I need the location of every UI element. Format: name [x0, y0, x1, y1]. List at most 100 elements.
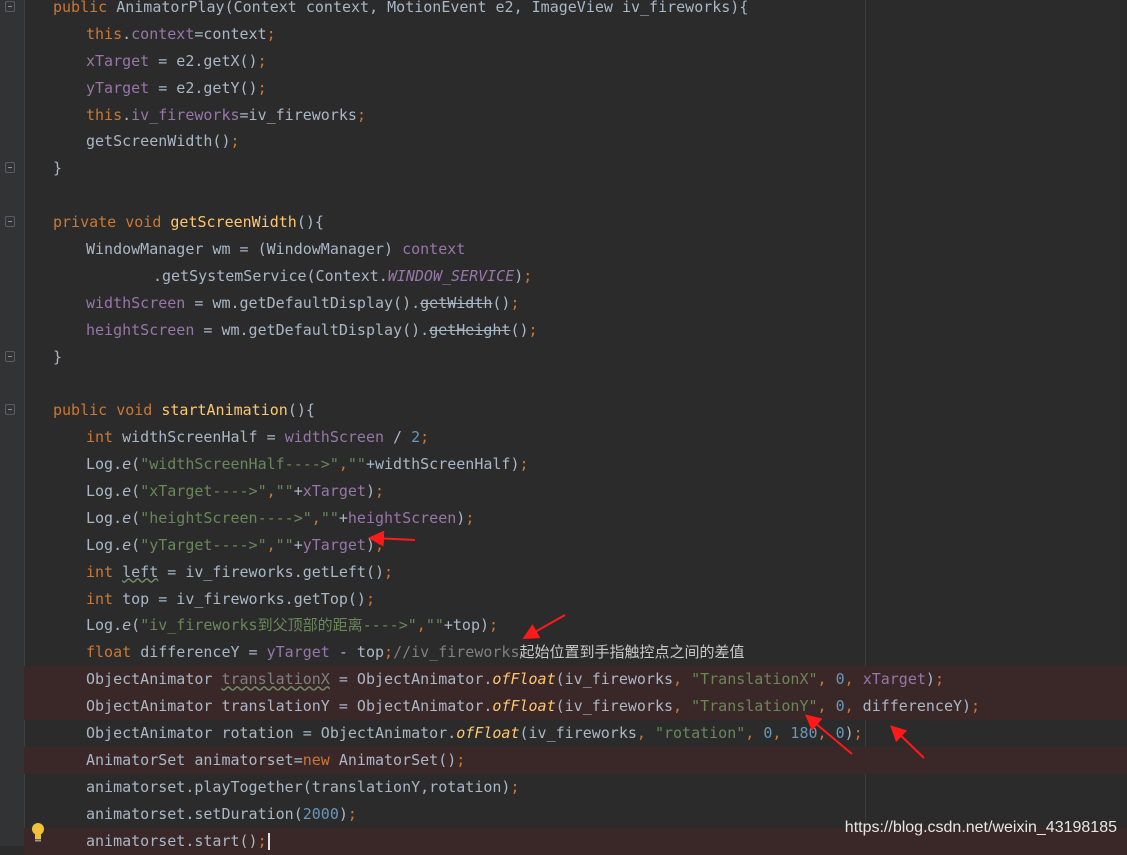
code-token: } [53, 347, 63, 366]
code-token: , [311, 508, 321, 527]
code-token: ObjectAnimator [86, 670, 222, 689]
code-text: animatorset.start(); [86, 828, 270, 855]
code-line[interactable]: Log.e("xTarget---->",""+xTarget); [24, 478, 1127, 505]
code-line[interactable]: int top = iv_fireworks.getTop(); [24, 586, 1127, 613]
code-text: ObjectAnimator translationX = ObjectAnim… [86, 666, 944, 693]
code-line[interactable]: xTarget = e2.getX(); [24, 48, 1127, 75]
code-token: 2 [411, 428, 421, 447]
code-token: ; [971, 697, 981, 716]
code-token: ) [338, 804, 348, 823]
code-token: getHeight [429, 320, 511, 339]
code-line[interactable]: heightScreen = wm.getDefaultDisplay().ge… [24, 317, 1127, 344]
code-editor[interactable]: public AnimatorPlay(Context context, Mot… [0, 0, 1127, 855]
code-token: Log. [86, 455, 123, 474]
fold-marker-icon[interactable] [5, 1, 15, 12]
code-token: , [772, 724, 791, 743]
code-token: (iv_fireworks [555, 670, 674, 689]
code-text: Log.e("yTarget---->",""+yTarget); [86, 532, 384, 559]
code-token: translationX [221, 670, 330, 689]
code-token: (iv_fireworks [555, 697, 674, 716]
code-line[interactable]: animatorset.playTogether(translationY,ro… [24, 774, 1127, 801]
code-line[interactable]: yTarget = e2.getY(); [24, 75, 1127, 102]
code-token: WINDOW_SERVICE [387, 266, 515, 285]
code-line[interactable]: public void startAnimation(){ [5, 397, 1127, 424]
code-text: xTarget = e2.getX(); [86, 48, 267, 75]
code-line[interactable]: ObjectAnimator translationY = ObjectAnim… [24, 693, 1127, 721]
fold-marker-icon[interactable] [5, 162, 15, 174]
code-token: this [86, 24, 123, 43]
code-token: ; [528, 320, 538, 339]
code-line[interactable]: getScreenWidth(); [24, 128, 1127, 155]
code-token: widthScreenHalf = [122, 428, 285, 447]
code-text: this.context=context; [86, 21, 276, 48]
code-token: ( [131, 508, 141, 527]
code-token: getWidth [420, 293, 493, 312]
code-text: } [53, 344, 62, 371]
code-token: / [384, 428, 412, 447]
code-line[interactable]: Log.e("heightScreen---->",""+heightScree… [24, 505, 1127, 532]
fold-marker-icon[interactable] [5, 350, 15, 362]
code-token: heightScreen [347, 508, 457, 527]
code-token: ; [384, 562, 394, 581]
code-token: Log. [86, 535, 123, 554]
code-token: "" [275, 482, 294, 501]
fold-marker-icon[interactable] [5, 216, 15, 228]
code-line[interactable]: float differenceY = yTarget - top;//iv_f… [24, 639, 1127, 666]
code-line[interactable]: public AnimatorPlay(Context context, Mot… [5, 0, 1127, 21]
code-token: getScreenWidth() [86, 132, 231, 151]
code-token: public void [53, 401, 162, 420]
code-line[interactable]: Log.e("widthScreenHalf---->",""+widthScr… [24, 451, 1127, 478]
code-token: ; [934, 670, 944, 689]
code-line[interactable]: this.iv_fireworks=iv_fireworks; [24, 102, 1127, 129]
code-token: , [844, 697, 863, 716]
code-line[interactable]: AnimatorSet animatorset=new AnimatorSet(… [24, 746, 1127, 774]
code-line[interactable]: ObjectAnimator rotation = ObjectAnimator… [24, 720, 1127, 747]
code-token: , [844, 670, 863, 689]
fold-marker-icon[interactable] [5, 404, 15, 416]
code-token: "" [347, 455, 366, 474]
code-line[interactable]: widthScreen = wm.getDefaultDisplay().get… [24, 290, 1127, 317]
code-token: //iv_fireworks [393, 643, 520, 662]
code-line[interactable]: int widthScreenHalf = widthScreen / 2; [24, 424, 1127, 451]
code-token: , [416, 616, 426, 635]
code-line[interactable]: } [5, 155, 1127, 182]
code-line[interactable]: this.context=context; [24, 21, 1127, 48]
code-token: (iv_fireworks [519, 724, 637, 743]
code-token: ; [489, 616, 499, 635]
code-token: ofFloat [492, 670, 556, 689]
code-line[interactable] [24, 370, 1127, 397]
code-token: "heightScreen---->" [140, 508, 312, 527]
code-token: "iv_fireworks到父顶部的距离---->" [140, 616, 417, 635]
code-line[interactable]: private void getScreenWidth(){ [5, 209, 1127, 236]
code-line[interactable]: Log.e("iv_fireworks到父顶部的距离---->",""+top)… [24, 612, 1127, 639]
code-token: float [86, 643, 141, 662]
code-token: ; [375, 535, 385, 554]
code-text: int left = iv_fireworks.getLeft(); [86, 559, 393, 586]
code-token: ; [347, 804, 357, 823]
watermark: https://blog.csdn.net/weixin_43198185 [844, 819, 1117, 836]
lightbulb-icon[interactable] [30, 822, 46, 844]
code-text: this.iv_fireworks=iv_fireworks; [86, 102, 366, 129]
code-line[interactable]: ObjectAnimator translationX = ObjectAnim… [24, 666, 1127, 694]
code-token: animatorset.start() [86, 831, 258, 850]
code-line[interactable]: Log.e("yTarget---->",""+yTarget); [24, 532, 1127, 559]
code-area[interactable]: public AnimatorPlay(Context context, Mot… [5, 0, 1127, 855]
code-line[interactable] [24, 182, 1127, 209]
code-token: ofFloat [492, 697, 556, 716]
code-line[interactable]: } [5, 344, 1127, 371]
code-line[interactable]: .getSystemService(Context.WINDOW_SERVICE… [24, 263, 1127, 290]
code-token: Log. [86, 616, 123, 635]
code-token: yTarget [86, 78, 150, 97]
code-token: ObjectAnimator rotation = ObjectAnimator… [86, 724, 457, 743]
code-line[interactable]: WindowManager wm = (WindowManager) conte… [24, 236, 1127, 263]
code-text: int widthScreenHalf = widthScreen / 2; [86, 424, 429, 451]
code-token: , [673, 670, 692, 689]
code-line[interactable]: int left = iv_fireworks.getLeft(); [24, 559, 1127, 586]
code-token: int [86, 562, 123, 581]
code-token: = wm.getDefaultDisplay(). [194, 320, 430, 339]
code-token: , [673, 697, 692, 716]
code-text: AnimatorSet animatorset=new AnimatorSet(… [86, 747, 465, 774]
code-token: +widthScreenHalf) [365, 455, 520, 474]
code-text: ObjectAnimator rotation = ObjectAnimator… [86, 720, 863, 747]
code-token: ; [266, 24, 276, 43]
